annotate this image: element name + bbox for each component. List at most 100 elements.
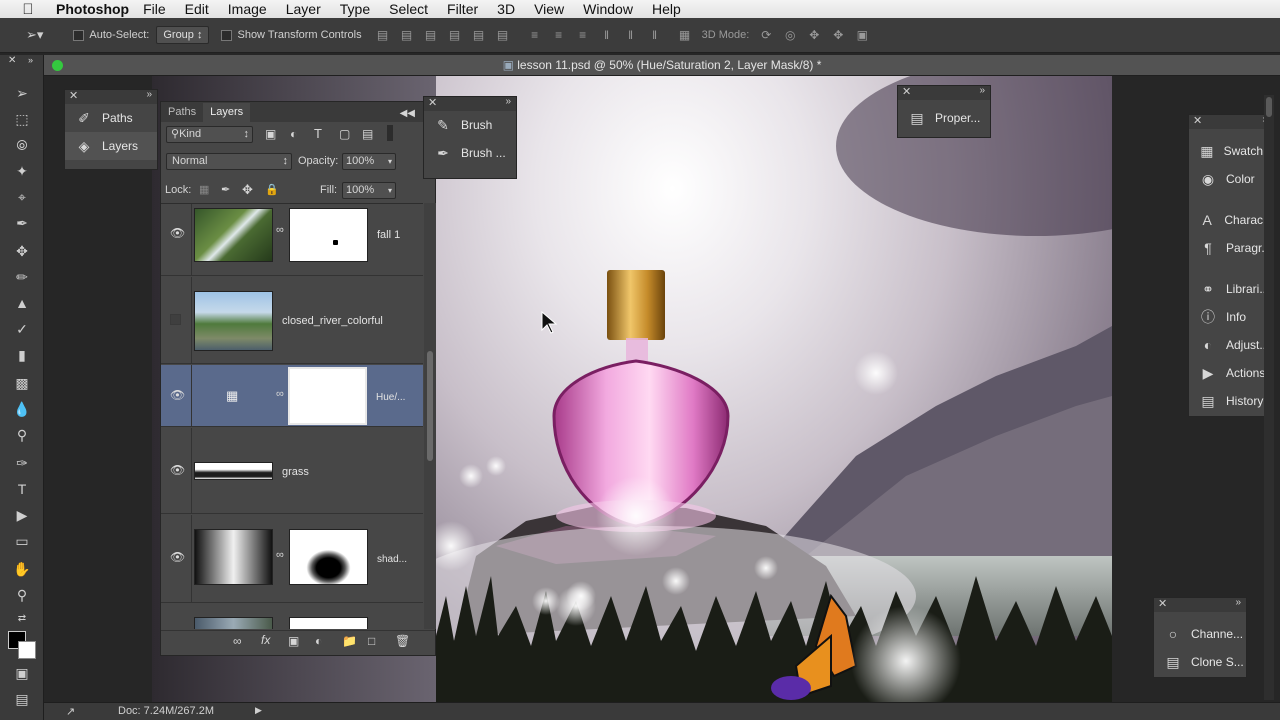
menu-file[interactable]: File xyxy=(143,1,166,17)
visibility-eye-icon[interactable]: 👁 xyxy=(170,226,185,240)
zoom-tool-icon[interactable]: ⚲ xyxy=(11,584,33,606)
panel-item-brush[interactable]: ✎ Brush xyxy=(424,111,516,139)
swap-colors-icon[interactable]: ⇄ xyxy=(11,608,33,630)
screen-mode-icon[interactable]: ▤ xyxy=(11,688,33,710)
menu-layer[interactable]: Layer xyxy=(286,1,321,17)
vertical-scrollbar-thumb[interactable] xyxy=(1266,97,1272,117)
panel-item-color[interactable]: ◉ Color xyxy=(1189,165,1273,193)
filter-shape-icon[interactable]: ▢ xyxy=(339,127,350,141)
menu-window[interactable]: Window xyxy=(583,1,633,17)
menu-3d[interactable]: 3D xyxy=(497,1,515,17)
collapse-icon[interactable]: » xyxy=(979,85,985,96)
auto-align-icon[interactable]: ▦ xyxy=(678,28,692,42)
link-layers-icon[interactable]: ∞ xyxy=(233,634,242,648)
panel-titlebar[interactable]: ✕ » xyxy=(424,96,516,111)
align-hcenter-icon[interactable]: ▤ xyxy=(472,28,486,42)
new-adjustment-icon[interactable]: ◐ xyxy=(315,634,322,648)
link-chain-icon[interactable]: ∞ xyxy=(276,224,284,236)
share-icon[interactable]: ↗ xyxy=(66,705,75,718)
collapse-icon[interactable]: » xyxy=(146,89,152,100)
dodge-tool-icon[interactable]: ⚲ xyxy=(11,424,33,446)
tab-paths[interactable]: Paths xyxy=(161,103,203,122)
filter-kind-dropdown[interactable]: ⚲Kind ↕ xyxy=(166,126,253,143)
close-icon[interactable]: ✕ xyxy=(1193,114,1202,127)
layer-row-fall-1[interactable]: 👁 ∞ fall 1 xyxy=(161,204,423,276)
panel-item-libraries[interactable]: ⚭ Librari... xyxy=(1189,275,1273,303)
menu-select[interactable]: Select xyxy=(389,1,428,17)
filter-adjustment-icon[interactable]: ◐ xyxy=(290,127,297,141)
close-icon[interactable]: ✕ xyxy=(1158,597,1167,610)
eyedropper-tool-icon[interactable]: ✒ xyxy=(11,212,33,234)
distribute-top-icon[interactable]: ≡ xyxy=(528,28,542,42)
crop-tool-icon[interactable]: ⌖ xyxy=(11,186,33,208)
layer-style-fx-icon[interactable]: fx xyxy=(261,633,270,647)
apple-icon[interactable]:  xyxy=(0,1,56,18)
menu-view[interactable]: View xyxy=(534,1,564,17)
panel-expand-icon[interactable]: » xyxy=(28,55,33,65)
lock-position-icon[interactable]: ✥ xyxy=(242,182,253,198)
panel-item-layers[interactable]: ◈ Layers xyxy=(65,132,157,160)
3d-roll-icon[interactable]: ◎ xyxy=(783,28,797,42)
visibility-eye-icon[interactable]: 👁 xyxy=(170,550,185,564)
fill-field[interactable]: 100% ▾ xyxy=(342,182,396,199)
panel-titlebar[interactable]: ✕ » xyxy=(1189,114,1273,129)
layer-row-shadow[interactable]: 👁 ∞ shad... xyxy=(161,515,423,603)
panel-item-paragraph[interactable]: ¶ Paragr... xyxy=(1189,234,1273,262)
panel-item-character[interactable]: A Charac... xyxy=(1189,206,1273,234)
document-tab[interactable]: ▣ lesson 11.psd @ 50% (Hue/Saturation 2,… xyxy=(44,55,1280,76)
align-top-icon[interactable]: ▤ xyxy=(376,28,390,42)
background-color-swatch[interactable] xyxy=(18,641,36,659)
magic-wand-tool-icon[interactable]: ✦ xyxy=(11,160,33,182)
distribute-vcenter-icon[interactable]: ≡ xyxy=(552,28,566,42)
history-brush-tool-icon[interactable]: ✓ xyxy=(11,318,33,340)
3d-rotate-icon[interactable]: ⟳ xyxy=(759,28,773,42)
blend-mode-dropdown[interactable]: Normal ↕ xyxy=(166,153,292,170)
opacity-field[interactable]: 100% ▾ xyxy=(342,153,396,170)
stamp-tool-icon[interactable]: ▲ xyxy=(11,292,33,314)
window-zoom-button[interactable] xyxy=(52,60,63,71)
panel-item-info[interactable]: ⓘ Info xyxy=(1189,303,1273,331)
hand-tool-icon[interactable]: ✋ xyxy=(11,558,33,580)
distribute-left-icon[interactable]: ‖ xyxy=(600,28,614,42)
link-chain-icon[interactable]: ∞ xyxy=(276,388,284,400)
distribute-bottom-icon[interactable]: ≡ xyxy=(576,28,590,42)
app-menu[interactable]: Photoshop xyxy=(56,1,129,17)
layer-row-closed-river[interactable]: closed_river_colorful xyxy=(161,277,423,364)
align-bottom-icon[interactable]: ▤ xyxy=(424,28,438,42)
panel-item-clone-source[interactable]: ▤ Clone S... xyxy=(1154,648,1246,676)
type-tool-icon[interactable]: T xyxy=(11,478,33,500)
gradient-tool-icon[interactable]: ▩ xyxy=(11,372,33,394)
delete-layer-icon[interactable]: 🗑 xyxy=(395,634,410,648)
menu-type[interactable]: Type xyxy=(340,1,370,17)
lasso-tool-icon[interactable]: ⦾ xyxy=(11,134,33,156)
new-layer-icon[interactable]: □ xyxy=(368,634,375,648)
panel-titlebar[interactable]: ✕ » xyxy=(898,85,990,100)
menu-edit[interactable]: Edit xyxy=(185,1,209,17)
move-tool-preset-icon[interactable]: ➢▾ xyxy=(26,27,43,43)
align-left-icon[interactable]: ▤ xyxy=(448,28,462,42)
collapse-icon[interactable]: » xyxy=(1235,597,1241,608)
3d-pan-icon[interactable]: ✥ xyxy=(807,28,821,42)
menu-help[interactable]: Help xyxy=(652,1,681,17)
visibility-empty-box[interactable] xyxy=(170,314,181,325)
visibility-eye-icon[interactable]: 👁 xyxy=(170,463,185,477)
new-group-icon[interactable]: 📁 xyxy=(342,634,357,648)
filter-pixel-icon[interactable]: ▣ xyxy=(265,127,276,141)
add-mask-icon[interactable]: ▣ xyxy=(288,634,299,648)
3d-slide-icon[interactable]: ✥ xyxy=(831,28,845,42)
layer-row-partial[interactable] xyxy=(161,604,423,629)
menu-filter[interactable]: Filter xyxy=(447,1,478,17)
eraser-tool-icon[interactable]: ▮ xyxy=(11,344,33,366)
status-menu-arrow-icon[interactable]: ▶ xyxy=(255,705,262,716)
panel-item-history[interactable]: ▤ History xyxy=(1189,387,1273,415)
vertical-scrollbar[interactable] xyxy=(1264,95,1274,700)
align-right-icon[interactable]: ▤ xyxy=(496,28,510,42)
filter-toggle-icon[interactable] xyxy=(387,125,393,141)
document-canvas[interactable] xyxy=(436,76,1112,702)
panel-item-adjustments[interactable]: ◐ Adjust... xyxy=(1189,331,1273,359)
panel-close-icon[interactable]: ✕ xyxy=(8,55,16,66)
layers-scrollbar-thumb[interactable] xyxy=(427,351,433,461)
filter-type-icon[interactable]: T xyxy=(314,126,322,141)
quick-mask-icon[interactable]: ▣ xyxy=(11,662,33,684)
panel-titlebar[interactable]: ✕ » xyxy=(65,89,157,104)
